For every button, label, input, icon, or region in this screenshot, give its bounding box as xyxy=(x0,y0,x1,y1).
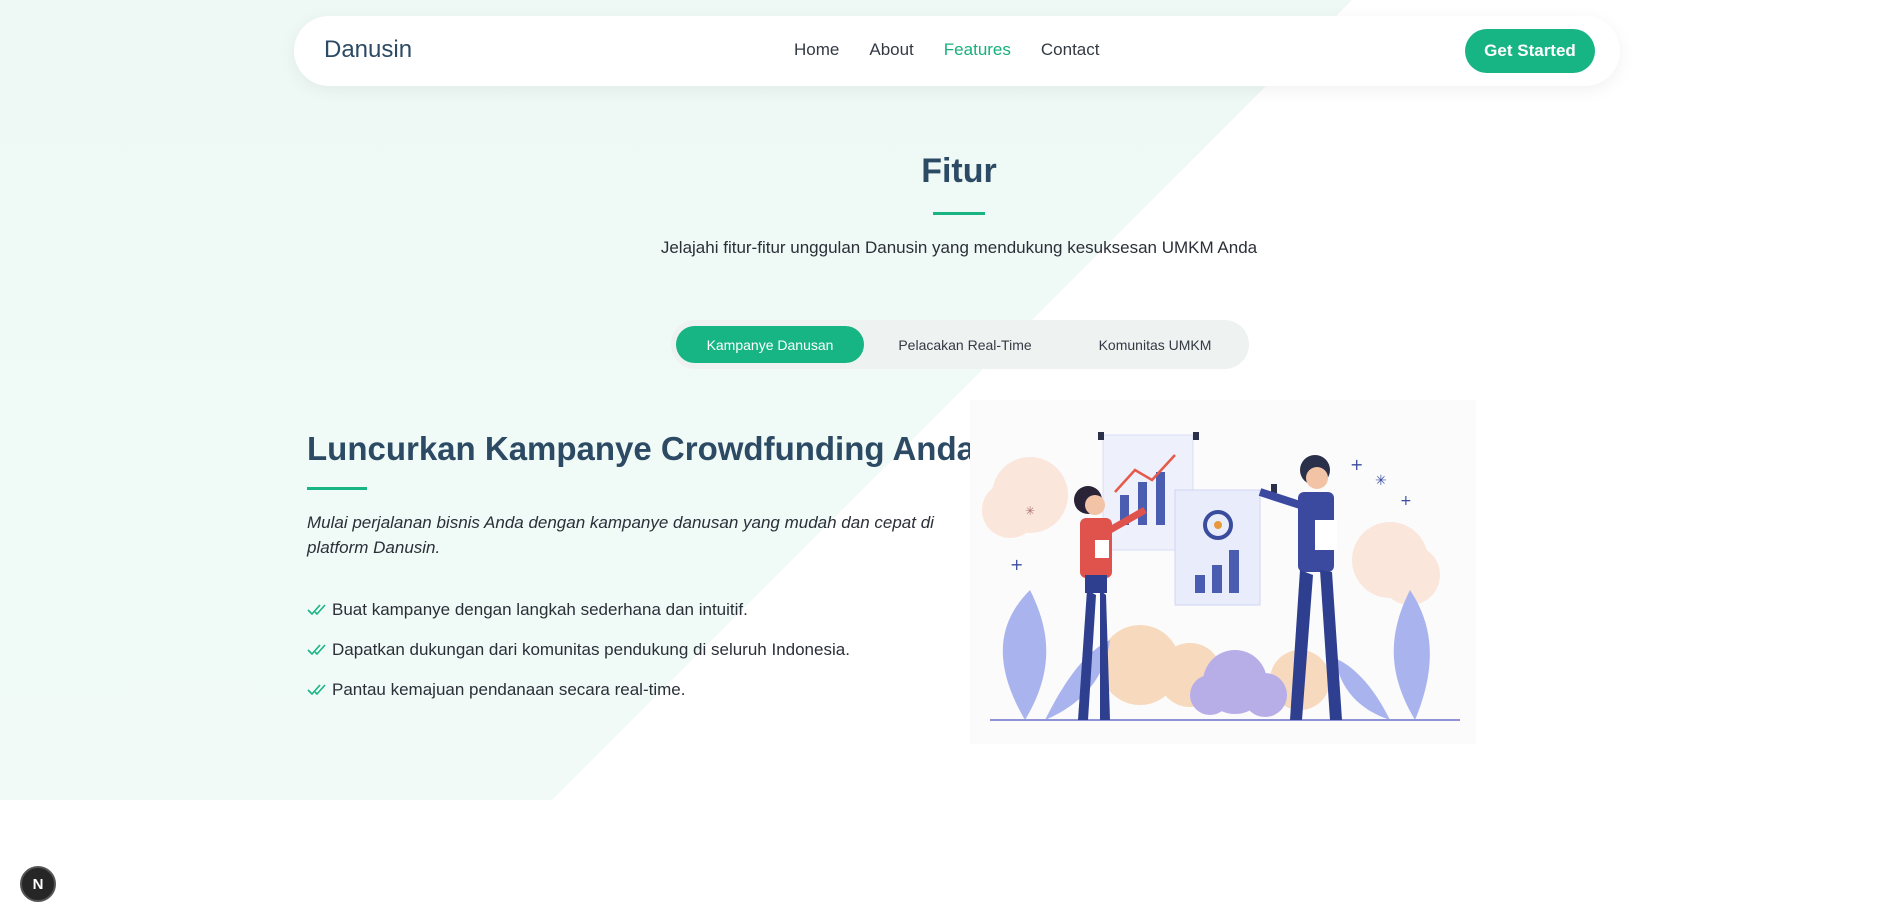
tab-pelacakan-real-time[interactable]: Pelacakan Real-Time xyxy=(871,326,1059,363)
nav-link-about[interactable]: About xyxy=(869,40,913,60)
list-item: Buat kampanye dengan langkah sederhana d… xyxy=(307,590,850,630)
list-item: Pantau kemajuan pendanaan secara real-ti… xyxy=(307,670,850,710)
title-underline xyxy=(933,212,985,215)
tab-komunitas-umkm[interactable]: Komunitas UMKM xyxy=(1066,326,1244,363)
feature-text: Dapatkan dukungan dari komunitas penduku… xyxy=(332,640,850,659)
svg-text:✳: ✳ xyxy=(1375,473,1387,489)
svg-text:+: + xyxy=(1010,555,1023,574)
content-description: Mulai perjalanan bisnis Anda dengan kamp… xyxy=(307,513,934,557)
business-people-illustration: + ✳ + + ✳ xyxy=(982,432,1460,721)
section-subtitle: Jelajahi fitur-fitur unggulan Danusin ya… xyxy=(660,238,1258,257)
nav-link-features[interactable]: Features xyxy=(944,40,1011,60)
section-title: Fitur xyxy=(921,152,997,190)
next-logo-icon[interactable]: N xyxy=(20,866,56,902)
navbar: Danusin Home About Features Contact Get … xyxy=(294,16,1620,86)
svg-text:+: + xyxy=(1400,493,1412,509)
background-band xyxy=(0,0,1352,800)
feature-illustration: + ✳ + + ✳ xyxy=(970,400,1476,744)
svg-text:✳: ✳ xyxy=(1025,504,1035,518)
feature-text: Buat kampanye dengan langkah sederhana d… xyxy=(332,600,748,619)
list-item: Dapatkan dukungan dari komunitas penduku… xyxy=(307,630,850,670)
svg-text:+: + xyxy=(1350,455,1363,474)
brand-logo[interactable]: Danusin xyxy=(324,36,412,64)
tab-kampanye-danusan[interactable]: Kampanye Danusan xyxy=(676,326,864,363)
double-check-icon xyxy=(307,684,326,696)
feature-tabs: Kampanye Danusan Pelacakan Real-Time Kom… xyxy=(671,320,1249,369)
double-check-icon xyxy=(307,604,326,616)
get-started-button[interactable]: Get Started xyxy=(1465,29,1595,73)
nav-link-contact[interactable]: Contact xyxy=(1041,40,1100,60)
content-title: Luncurkan Kampanye Crowdfunding Anda xyxy=(307,430,975,467)
content-underline xyxy=(307,487,367,490)
feature-text: Pantau kemajuan pendanaan secara real-ti… xyxy=(332,680,686,699)
feature-list: Buat kampanye dengan langkah sederhana d… xyxy=(307,590,850,710)
double-check-icon xyxy=(307,644,326,656)
nav-link-home[interactable]: Home xyxy=(794,40,839,60)
nav-links: Home About Features Contact xyxy=(794,40,1099,60)
